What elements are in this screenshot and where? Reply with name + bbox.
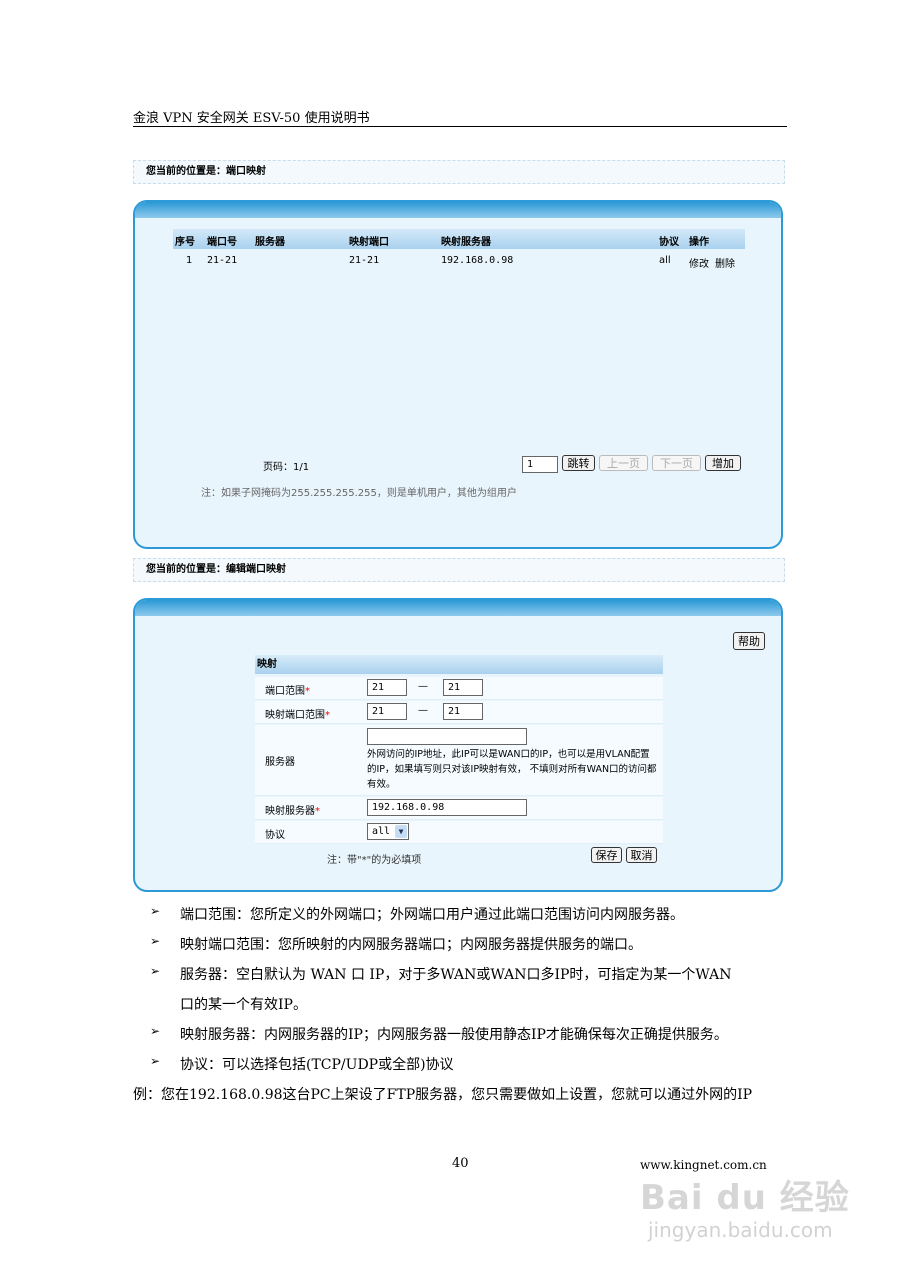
edit-link[interactable]: 修改 xyxy=(689,255,709,270)
cell-protocol: all xyxy=(659,255,671,266)
jump-button[interactable]: 跳转 xyxy=(562,455,595,471)
server-row: 服务器 外网访问的IP地址，此IP可以是WAN口的IP，也可以是用VLAN配置的… xyxy=(255,725,663,796)
server-hint: 外网访问的IP地址，此IP可以是WAN口的IP，也可以是用VLAN配置的IP，如… xyxy=(367,749,657,790)
prev-page-button[interactable]: 上一页 xyxy=(599,455,648,471)
server-input[interactable] xyxy=(367,728,527,745)
port-range-label: 端口范围* xyxy=(265,686,310,697)
port-range-row: 端口范围* 21 — 21 xyxy=(255,677,663,700)
arrow-bullet-icon: ➢ xyxy=(150,1024,161,1038)
breadcrumb: 您当前的位置是：编辑端口映射 xyxy=(133,558,785,582)
page-indicator: 页码：1/1 xyxy=(263,462,310,473)
add-button[interactable]: 增加 xyxy=(705,455,741,471)
watermark-url: jingyan.baidu.com xyxy=(648,1218,833,1242)
breadcrumb-text: 您当前的位置是：编辑端口映射 xyxy=(146,564,286,575)
section-title-text: 映射 xyxy=(257,659,277,670)
breadcrumb-text: 您当前的位置是：端口映射 xyxy=(146,166,266,177)
header-rule xyxy=(133,126,787,127)
table-header: 序号 端口号 服务器 映射端口 映射服务器 协议 操作 xyxy=(173,229,745,249)
cell-port: 21-21 xyxy=(207,255,238,266)
arrow-bullet-icon: ➢ xyxy=(150,934,161,948)
table-row: 1 21-21 21-21 192.168.0.98 all 修改 删除 xyxy=(173,251,745,270)
arrow-bullet-icon: ➢ xyxy=(150,904,161,918)
map-server-input[interactable]: 192.168.0.98 xyxy=(367,799,527,816)
map-port-range-row: 映射端口范围* 21 — 21 xyxy=(255,701,663,724)
port-mapping-list-panel: 序号 端口号 服务器 映射端口 映射服务器 协议 操作 1 21-21 21-2… xyxy=(133,200,783,549)
arrow-bullet-icon: ➢ xyxy=(150,1054,161,1068)
panel-header-bar xyxy=(135,202,781,218)
cell-index: 1 xyxy=(186,255,193,266)
chevron-down-icon: ▼ xyxy=(395,825,407,838)
arrow-bullet-icon: ➢ xyxy=(150,964,161,978)
column-header: 映射服务器 xyxy=(441,237,491,248)
cell-map-server: 192.168.0.98 xyxy=(441,255,514,266)
bullet-text: 协议：可以选择包括(TCP/UDP或全部)协议 xyxy=(180,1057,454,1073)
column-header: 协议 xyxy=(659,237,679,248)
server-label: 服务器 xyxy=(265,757,295,768)
map-port-range-label-text: 映射端口范围 xyxy=(265,710,325,721)
page-number: 40 xyxy=(452,1156,469,1171)
column-header: 序号 xyxy=(175,237,195,248)
map-server-row: 映射服务器* 192.168.0.98 xyxy=(255,797,663,820)
column-header: 映射端口 xyxy=(349,237,389,248)
map-port-range-to-input[interactable]: 21 xyxy=(443,703,483,720)
help-button[interactable]: 帮助 xyxy=(733,632,765,650)
protocol-select[interactable]: all ▼ xyxy=(367,823,409,840)
range-dash: — xyxy=(418,681,428,692)
protocol-row: 协议 all ▼ xyxy=(255,821,663,844)
bullet-text: 映射服务器：内网服务器的IP；内网服务器一般使用静态IP才能确保每次正确提供服务… xyxy=(180,1027,728,1043)
watermark-brand: Bai du 经验 xyxy=(640,1178,850,1218)
bullet-text: 口的某一个有效IP。 xyxy=(180,997,307,1013)
required-note: 注：带"*"的为必填项 xyxy=(327,855,422,866)
bullet-text: 映射端口范围：您所映射的内网服务器端口；内网服务器提供服务的端口。 xyxy=(180,937,642,953)
column-header: 操作 xyxy=(689,237,709,248)
breadcrumb: 您当前的位置是：端口映射 xyxy=(133,160,785,184)
port-range-label-text: 端口范围 xyxy=(265,686,305,697)
edit-port-mapping-panel: 帮助 映射 端口范围* 21 — 21 映射端口范围* 21 — 21 服务器 … xyxy=(133,598,783,892)
range-dash: — xyxy=(418,705,428,716)
map-server-label: 映射服务器* xyxy=(265,806,320,817)
bullet-text: 端口范围：您所定义的外网端口；外网端口用户通过此端口范围访问内网服务器。 xyxy=(180,907,684,923)
section-title: 映射 xyxy=(255,655,663,674)
example-paragraph: 例：您在192.168.0.98这台PC上架设了FTP服务器，您只需要做如上设置… xyxy=(133,1087,753,1103)
document-header: 金浪 VPN 安全网关 ESV-50 使用说明书 xyxy=(133,111,370,126)
save-button[interactable]: 保存 xyxy=(591,847,622,863)
map-port-range-from-input[interactable]: 21 xyxy=(367,703,407,720)
column-header: 服务器 xyxy=(255,237,285,248)
protocol-label: 协议 xyxy=(265,830,285,841)
map-server-label-text: 映射服务器 xyxy=(265,806,315,817)
map-port-range-label: 映射端口范围* xyxy=(265,710,330,721)
bullet-text: 服务器：空白默认为 WAN 口 IP，对于多WAN或WAN口多IP时，可指定为某… xyxy=(180,967,732,983)
port-range-to-input[interactable]: 21 xyxy=(443,679,483,696)
page-number-input[interactable]: 1 xyxy=(522,456,558,473)
cell-map-port: 21-21 xyxy=(349,255,380,266)
subnet-note: 注：如果子网掩码为255.255.255.255，则是单机用户，其他为组用户 xyxy=(201,488,517,499)
protocol-select-value: all xyxy=(372,826,391,837)
cancel-button[interactable]: 取消 xyxy=(626,847,657,863)
delete-link[interactable]: 删除 xyxy=(715,255,735,270)
column-header: 端口号 xyxy=(207,237,237,248)
next-page-button[interactable]: 下一页 xyxy=(652,455,701,471)
panel-header-bar xyxy=(135,600,781,616)
port-range-from-input[interactable]: 21 xyxy=(367,679,407,696)
